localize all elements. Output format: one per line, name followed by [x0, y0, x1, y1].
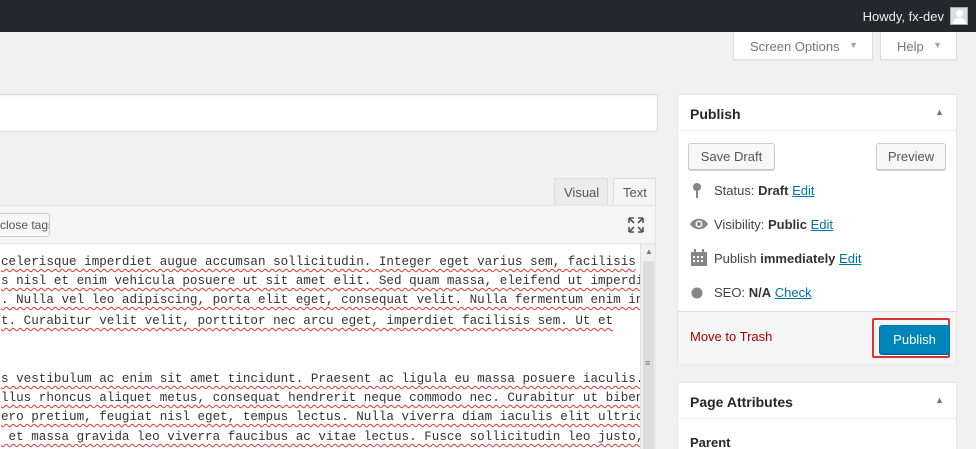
tab-visual[interactable]: Visual: [554, 178, 608, 205]
howdy-greeting[interactable]: Howdy, fx-dev: [863, 9, 944, 24]
publish-box: Publish ▲ Save Draft Preview Status: Dra…: [677, 94, 957, 364]
fullscreen-icon[interactable]: [627, 216, 645, 234]
publish-box-title: Publish: [690, 106, 741, 122]
user-avatar[interactable]: [950, 7, 968, 25]
quicktags-toolbar: close tags: [0, 205, 656, 244]
scroll-up-arrow-icon[interactable]: ▲: [645, 247, 653, 256]
major-publishing-actions: Move to Trash Publish: [678, 311, 956, 364]
seo-value: N/A: [748, 285, 772, 300]
screen-options-arrow-icon: ▼: [849, 40, 858, 50]
move-to-trash-link[interactable]: Move to Trash: [690, 329, 772, 344]
admin-bar: Howdy, fx-dev: [0, 0, 976, 32]
page-attributes-header[interactable]: Page Attributes ▲: [678, 383, 956, 419]
visibility-label: Visibility:: [714, 217, 765, 232]
content-line: celerisque imperdiet augue accumsan soll…: [1, 255, 636, 269]
save-draft-button[interactable]: Save Draft: [688, 143, 775, 170]
editor-scrollbar[interactable]: ▲ ≡: [640, 244, 655, 449]
visibility-value: Public: [767, 217, 807, 232]
publish-highlight-box: Publish: [872, 318, 950, 358]
collapse-toggle-icon[interactable]: ▲: [935, 107, 944, 117]
status-label: Status:: [714, 183, 755, 198]
preview-button[interactable]: Preview: [876, 143, 946, 170]
help-arrow-icon: ▼: [933, 40, 942, 50]
circle-icon: [691, 287, 703, 299]
content-line: s vestibulum ac enim sit amet tincidunt.…: [1, 372, 644, 386]
tab-text[interactable]: Text: [613, 178, 656, 205]
avatar-body-shape: [953, 18, 966, 24]
publish-box-header[interactable]: Publish ▲: [678, 95, 956, 131]
calendar-icon: [691, 249, 707, 266]
schedule-value: immediately: [760, 251, 836, 266]
page-attributes-title: Page Attributes: [690, 394, 793, 410]
scrollbar-grip-icon: ≡: [645, 358, 651, 368]
content-textarea[interactable]: celerisque imperdiet augue accumsan soll…: [0, 243, 656, 449]
avatar-head-shape: [956, 10, 963, 17]
screen-options-label: Screen Options: [750, 39, 840, 54]
help-label: Help: [897, 39, 924, 54]
publish-button[interactable]: Publish: [879, 325, 950, 354]
seo-check-link[interactable]: Check: [775, 285, 812, 300]
scrollbar-thumb[interactable]: ≡: [643, 261, 654, 449]
edit-schedule-link[interactable]: Edit: [839, 251, 861, 266]
pin-icon: [693, 183, 701, 198]
screen-options-button[interactable]: Screen Options ▼: [733, 32, 873, 60]
status-value: Draft: [758, 183, 789, 198]
content-line: . Nulla vel leo adipiscing, porta elit e…: [1, 293, 644, 307]
page-attributes-box: Page Attributes ▲ Parent: [677, 382, 957, 449]
help-button[interactable]: Help ▼: [880, 32, 957, 60]
content-line: llus rhoncus aliquet metus, consequat he…: [1, 391, 656, 405]
content-line: ero pretium, feugiat nisl eget, tempus l…: [1, 410, 656, 424]
post-title-input[interactable]: [0, 94, 658, 132]
eye-icon: [690, 218, 708, 230]
collapse-toggle-icon[interactable]: ▲: [935, 395, 944, 405]
edit-visibility-link[interactable]: Edit: [811, 217, 833, 232]
schedule-label: Publish: [714, 251, 757, 266]
close-tags-button[interactable]: close tags: [0, 213, 50, 237]
parent-label: Parent: [690, 435, 731, 449]
content-line: s nisl et enim vehicula posuere ut sit a…: [1, 274, 656, 288]
seo-label: SEO:: [714, 285, 746, 300]
content-line: et massa gravida leo viverra faucibus ac…: [1, 430, 644, 444]
edit-status-link[interactable]: Edit: [792, 183, 814, 198]
content-line: t. Curabitur velit velit, porttitor nec …: [1, 314, 614, 328]
